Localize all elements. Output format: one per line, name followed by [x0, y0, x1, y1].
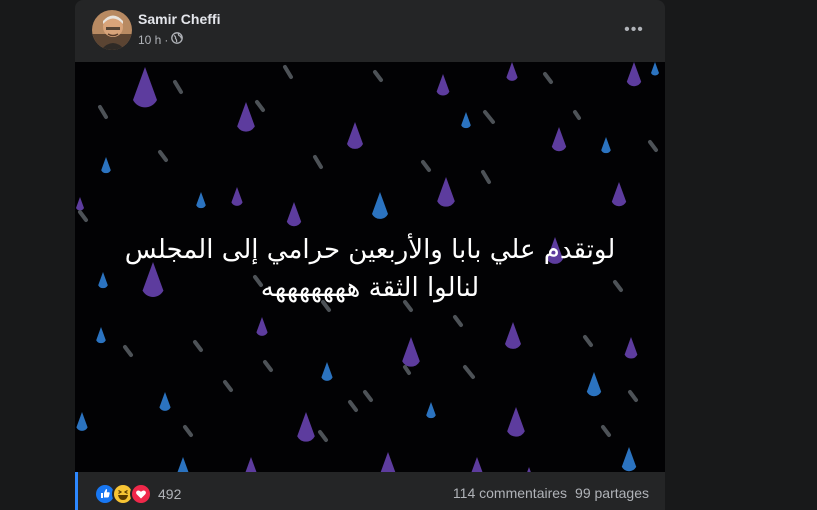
rain-drop — [101, 157, 111, 174]
post-card: Samir Cheffi 10 h · ••• لوتقدم علي بابا … — [75, 0, 665, 510]
rain-streak — [318, 430, 328, 442]
rain-streak — [158, 150, 168, 162]
more-options-icon[interactable]: ••• — [619, 15, 649, 45]
post-text-line-2: لنالوا الثقة هههههههه — [260, 272, 480, 303]
rain-drop — [237, 102, 255, 132]
love-reaction-icon — [130, 483, 152, 505]
rain-streak — [648, 140, 658, 152]
post-text-line-1: لوتقدم علي بابا والأربعين حرامي إلى المج… — [124, 235, 616, 265]
rain-streak — [348, 400, 358, 412]
rain-streak — [363, 390, 373, 402]
rain-drop — [586, 372, 602, 397]
rain-drop — [505, 322, 521, 349]
rain-drop — [96, 327, 106, 344]
rain-streak — [483, 110, 495, 124]
comments-count-link[interactable]: 114 commentaires — [453, 485, 567, 501]
rain-drop — [76, 197, 84, 211]
rain-drop — [507, 407, 525, 437]
rain-drop — [436, 74, 450, 96]
rain-streak — [223, 380, 233, 392]
rain-drop — [133, 67, 157, 108]
reaction-count: 492 — [158, 486, 182, 502]
rain-streak — [373, 70, 383, 82]
rain-streak — [543, 72, 553, 84]
post-stats: 114 commentaires 99 partages — [453, 485, 649, 501]
rain-streak — [283, 65, 293, 79]
rain-streak — [628, 390, 638, 402]
rain-drop — [377, 452, 399, 472]
rain-drop — [551, 127, 567, 152]
rain-drop — [601, 137, 611, 154]
rain-drop — [372, 192, 388, 219]
rain-drop — [76, 412, 88, 431]
avatar[interactable] — [92, 10, 132, 50]
rain-streak — [98, 105, 108, 119]
rain-drop — [461, 112, 471, 129]
rain-drop — [231, 187, 243, 206]
meta-separator: · — [164, 32, 169, 47]
rain-streak — [453, 315, 463, 327]
rain-streak — [601, 425, 611, 437]
post-time[interactable]: 10 h — [138, 33, 161, 47]
author-name[interactable]: Samir Cheffi — [138, 11, 220, 27]
rain-streak — [421, 160, 431, 172]
rain-streak — [313, 155, 323, 169]
rain-streak — [481, 170, 491, 184]
rain-drop — [437, 177, 455, 207]
rain-streak — [193, 340, 203, 352]
rain-drop — [506, 62, 518, 81]
reactions-summary[interactable]: 492 — [94, 483, 181, 505]
globe-icon — [171, 32, 184, 47]
rain-drop — [471, 457, 483, 472]
rain-drop — [347, 122, 363, 149]
rain-drop — [159, 392, 171, 411]
rain-drop — [196, 192, 206, 209]
rain-streak — [78, 210, 88, 222]
shares-count-link[interactable]: 99 partages — [575, 485, 649, 501]
rain-drop — [286, 202, 302, 227]
rain-streak — [463, 365, 475, 379]
rain-drop — [651, 62, 659, 76]
rain-drop — [297, 412, 315, 442]
rain-drop — [624, 337, 638, 359]
post-header: Samir Cheffi 10 h · ••• — [75, 0, 665, 62]
post-image[interactable]: لوتقدم علي بابا والأربعين حرامي إلى المج… — [75, 62, 665, 472]
rain-drop — [626, 62, 642, 87]
post-meta: 10 h · — [138, 32, 184, 47]
rain-streak — [123, 345, 133, 357]
rain-drop — [402, 337, 420, 367]
rain-streak — [263, 360, 273, 372]
rain-drop — [176, 457, 190, 472]
rain-streak — [255, 100, 265, 112]
rain-streak — [173, 80, 183, 94]
rain-drop — [621, 447, 637, 472]
rain-streak — [183, 425, 193, 437]
post-footer: 492 114 commentaires 99 partages — [75, 472, 665, 510]
rain-streak — [573, 110, 581, 120]
rain-drop — [611, 182, 627, 207]
rain-streak — [403, 365, 411, 375]
rain-drop — [426, 402, 436, 419]
post-text: لوتقدم علي بابا والأربعين حرامي إلى المج… — [95, 232, 645, 307]
rain-drop — [242, 457, 260, 472]
rain-drop — [321, 362, 333, 381]
rain-drop — [256, 317, 268, 336]
rain-streak — [583, 335, 593, 347]
